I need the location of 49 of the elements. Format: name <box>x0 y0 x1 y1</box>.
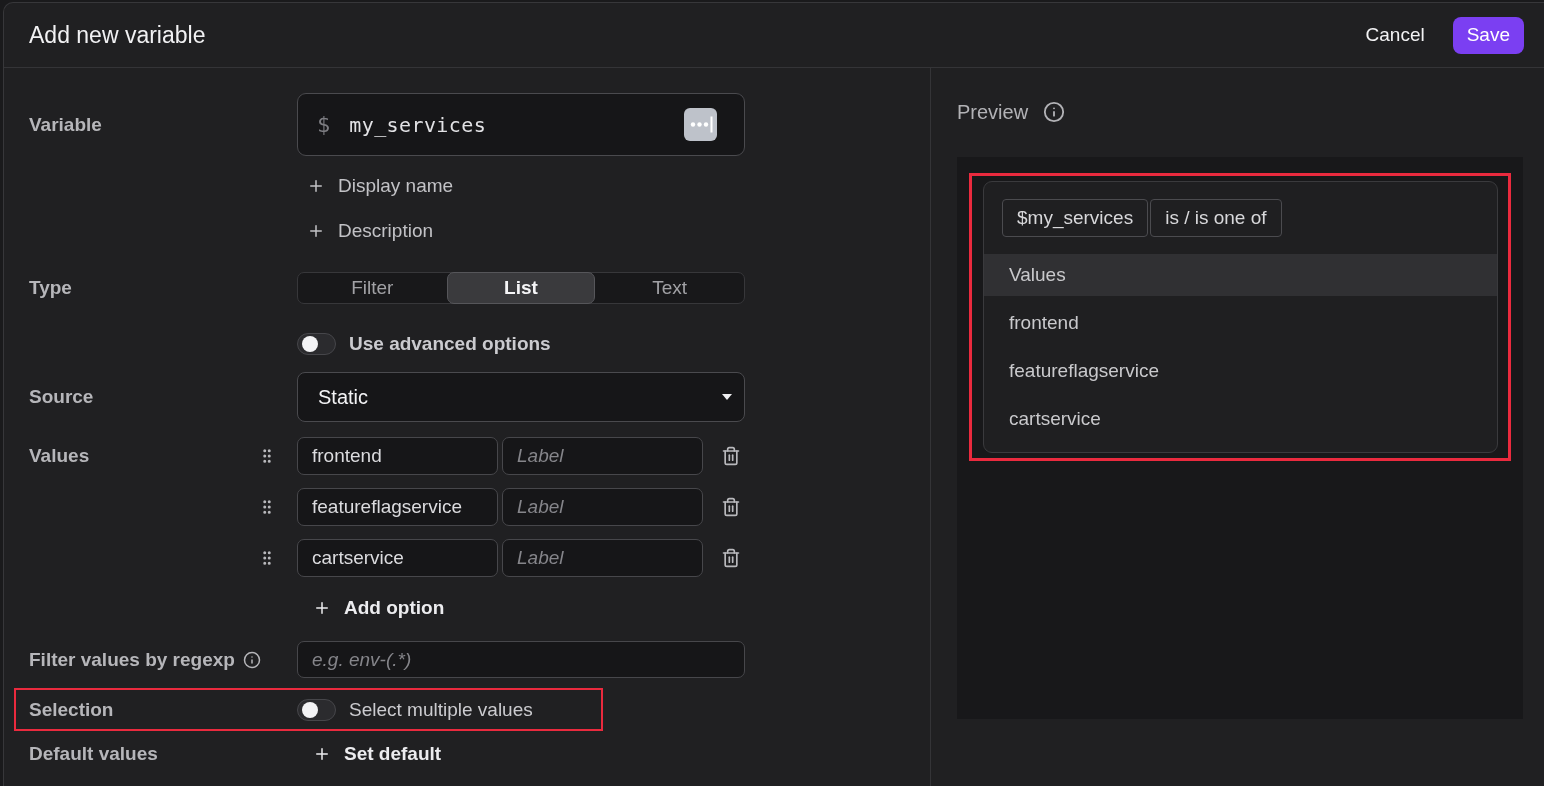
caret-icon <box>722 394 732 400</box>
ellipsis-icon[interactable] <box>684 108 717 141</box>
field-label: Type <box>29 277 72 299</box>
value-input[interactable]: cartservice <box>297 539 498 577</box>
dialog-title: Add new variable <box>29 21 206 49</box>
info-icon <box>1043 101 1066 123</box>
info-icon <box>242 650 261 669</box>
label-input[interactable]: Label <box>502 437 703 475</box>
field-label: Default values <box>29 743 158 765</box>
field-label: Values <box>29 445 90 467</box>
regexp-input[interactable]: e.g. env-(.*) <box>297 641 745 678</box>
prefix-symbol: $ <box>317 112 331 137</box>
dropdown-option[interactable]: featureflagservice <box>984 350 1497 392</box>
set-default-button[interactable]: Set default <box>313 743 442 765</box>
segment-tab[interactable]: List <box>446 272 596 304</box>
cancel-button[interactable]: Cancel <box>1365 24 1425 46</box>
label-input[interactable]: Label <box>502 488 703 526</box>
field-label: Source <box>29 386 94 408</box>
filter-chip[interactable]: $my_services <box>1002 199 1149 237</box>
field-label: Variable <box>29 113 102 136</box>
value-input[interactable]: featureflagservice <box>297 488 498 526</box>
segment-tab[interactable]: Filter <box>298 272 447 304</box>
add-link[interactable]: Description <box>307 219 434 242</box>
toggle-label: Use advanced options <box>349 333 551 355</box>
plus-icon <box>313 599 331 617</box>
dropdown-option[interactable]: cartservice <box>984 398 1497 440</box>
plus-icon <box>313 745 331 763</box>
variable-input[interactable]: my_services <box>349 112 684 137</box>
add-option-button[interactable]: Add option <box>313 597 445 619</box>
toggle-label: Select multiple values <box>349 698 533 721</box>
field-label: Filter values by regexp <box>29 648 235 671</box>
trash-icon[interactable] <box>721 446 741 466</box>
segment-tab[interactable]: Text <box>595 272 744 304</box>
variable-field[interactable]: $ my_services <box>297 93 745 156</box>
label-input[interactable]: Label <box>502 539 703 577</box>
preview-title: Preview <box>957 100 1029 124</box>
add-link[interactable]: Display name <box>307 174 454 197</box>
dropdown-option[interactable]: Values <box>984 254 1497 296</box>
toggle-switch[interactable] <box>297 333 336 355</box>
toggle-switch[interactable] <box>297 698 336 721</box>
trash-icon[interactable] <box>721 497 741 517</box>
field-label: Selection <box>29 698 114 721</box>
value-input[interactable]: frontend <box>297 437 498 475</box>
save-button[interactable]: Save <box>1452 16 1524 54</box>
select-value: Static <box>318 385 369 409</box>
dropdown-option[interactable]: frontend <box>984 302 1497 344</box>
trash-icon[interactable] <box>721 548 741 568</box>
source-select[interactable]: Static <box>297 372 745 422</box>
filter-chip[interactable]: is / is one of <box>1150 199 1282 237</box>
